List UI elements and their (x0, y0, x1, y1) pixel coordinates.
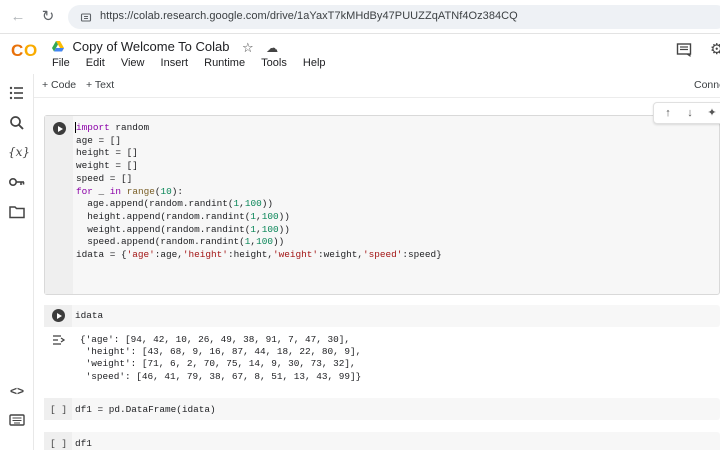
menu-edit[interactable]: Edit (86, 57, 105, 69)
menu-runtime[interactable]: Runtime (204, 57, 245, 69)
code-cell[interactable]: [ ] df1 (44, 432, 720, 450)
google-drive-icon[interactable] (52, 41, 64, 52)
notebook-title[interactable]: Copy of Welcome To Colab (72, 39, 229, 54)
code-editor[interactable]: idata (75, 310, 103, 323)
run-cell-button[interactable] (52, 309, 65, 322)
menu-view[interactable]: View (121, 57, 145, 69)
menu-file[interactable]: File (52, 57, 70, 69)
code-line: speed.append(random.randint(1,100)) (76, 236, 285, 248)
output-line: 'weight': [71, 6, 2, 70, 75, 14, 9, 30, … (80, 358, 356, 370)
cell-gutter (45, 116, 73, 294)
code-editor[interactable]: df1 = pd.DataFrame(idata) (75, 404, 216, 417)
reload-icon[interactable]: ↻ (40, 9, 56, 25)
code-snippets-icon[interactable]: <> (8, 382, 26, 400)
move-cell-up-icon[interactable]: ↑ (662, 107, 674, 119)
svg-text:C: C (11, 41, 23, 60)
code-line: for _ in range(10): (76, 185, 183, 197)
code-cell[interactable]: import random age = [] height = [] weigh… (44, 102, 720, 295)
code-line: age = [] (76, 134, 122, 146)
code-line: weight = [] (76, 160, 138, 172)
menu-insert[interactable]: Insert (161, 57, 189, 69)
url-text[interactable]: https://colab.research.google.com/drive/… (100, 10, 518, 22)
sparkle-icon[interactable]: ✦ (706, 107, 718, 119)
menu-bar: File Edit View Insert Runtime Tools Help (52, 57, 339, 69)
address-bar[interactable]: https://colab.research.google.com/drive/… (68, 5, 720, 29)
code-line: idata = {'age':age,'height':height,'weig… (76, 249, 442, 261)
site-info-icon[interactable] (80, 11, 92, 23)
code-line: speed = [] (76, 172, 133, 184)
code-editor[interactable]: df1 (75, 438, 92, 450)
colab-header: C O Copy of Welcome To Colab ☆ ☁ File Ed… (0, 34, 720, 74)
variables-icon[interactable]: {x} (8, 143, 30, 161)
star-icon[interactable]: ☆ (242, 40, 254, 56)
back-arrow-icon[interactable]: ← (10, 9, 26, 25)
browser-bar: ← ↻ https://colab.research.google.com/dr… (0, 0, 720, 34)
title-row: Copy of Welcome To Colab ☆ ☁ (52, 38, 279, 56)
output-line: 'speed': [46, 41, 79, 38, 67, 8, 51, 13,… (80, 370, 362, 382)
notebook-toolbar: + Code + Text Conne (34, 74, 720, 98)
menu-help[interactable]: Help (303, 57, 326, 69)
move-cell-down-icon[interactable]: ↓ (684, 107, 696, 119)
code-line: height = [] (76, 147, 138, 159)
colab-logo[interactable]: C O (10, 40, 42, 60)
left-sidebar: {x} <> (0, 74, 34, 450)
gear-icon[interactable]: ⚙ (710, 42, 720, 58)
comment-icon[interactable] (676, 42, 692, 58)
output-line: {'age': [94, 42, 10, 26, 49, 38, 91, 7, … (80, 334, 351, 345)
execution-count[interactable]: [ ] (50, 404, 67, 415)
notebook-area: import random age = [] height = [] weigh… (34, 98, 720, 450)
folder-icon[interactable] (8, 203, 26, 221)
code-cell[interactable]: idata (44, 305, 720, 327)
code-line: height.append(random.randint(1,100)) (76, 210, 290, 222)
cell-output: {'age': [94, 42, 10, 26, 49, 38, 91, 7, … (44, 330, 720, 388)
key-icon[interactable] (8, 173, 26, 191)
execution-count[interactable]: [ ] (50, 438, 67, 449)
svg-text:O: O (24, 41, 37, 60)
menu-tools[interactable]: Tools (261, 57, 287, 69)
code-line: weight.append(random.randint(1,100)) (76, 223, 290, 235)
run-cell-button[interactable] (53, 122, 66, 135)
search-icon[interactable] (8, 114, 26, 132)
connect-button[interactable]: Conne (694, 79, 720, 91)
output-menu-icon[interactable] (52, 334, 66, 346)
output-text: {'age': [94, 42, 10, 26, 49, 38, 91, 7, … (80, 334, 361, 383)
add-code-button[interactable]: + Code (42, 79, 76, 91)
add-text-button[interactable]: + Text (86, 79, 114, 91)
output-line: 'height': [43, 68, 9, 16, 87, 44, 18, 22… (80, 346, 362, 358)
code-line: import random (75, 122, 150, 133)
code-line: age.append(random.randint(1,100)) (76, 198, 273, 210)
code-editor[interactable]: import random age = [] height = [] weigh… (75, 122, 442, 262)
cell-toolbar: ↑ ↓ ✦ (653, 102, 720, 124)
cloud-saved-icon: ☁ (266, 41, 279, 55)
code-cell[interactable]: [ ] df1 = pd.DataFrame(idata) (44, 398, 720, 420)
table-of-contents-icon[interactable] (8, 84, 26, 102)
command-palette-icon[interactable] (8, 411, 26, 429)
